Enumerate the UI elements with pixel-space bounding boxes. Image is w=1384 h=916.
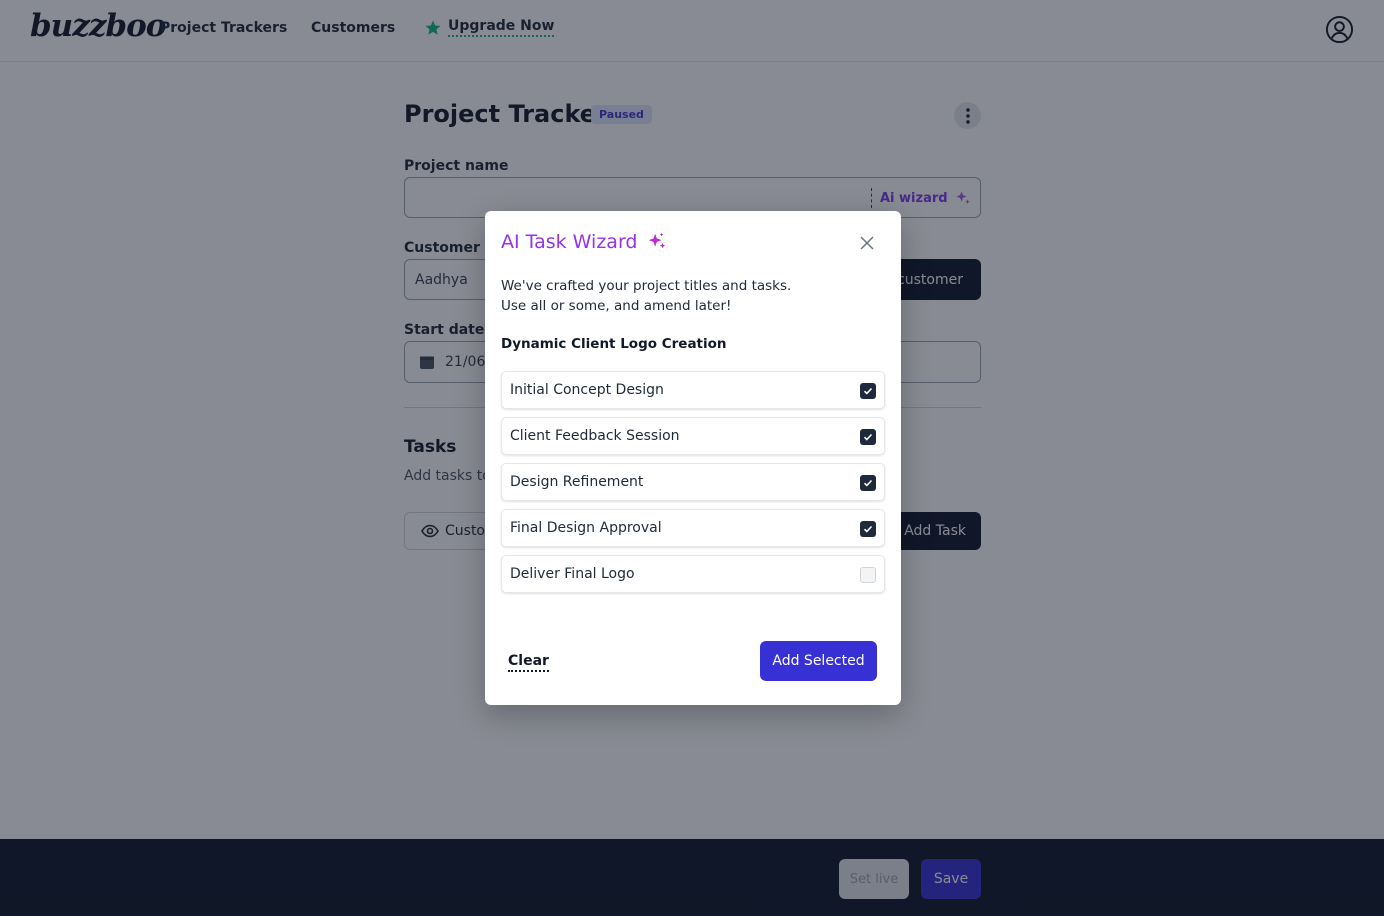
checkmark-icon (863, 387, 873, 395)
checkmark-icon (863, 433, 873, 441)
sparkle-icon (648, 232, 665, 249)
task-checkbox[interactable] (860, 567, 876, 583)
modal-description-line-2: Use all or some, and amend later! (501, 298, 732, 314)
task-option-label: Design Refinement (510, 474, 644, 490)
task-checkbox[interactable] (860, 429, 876, 445)
close-icon[interactable] (859, 235, 875, 251)
task-option-label: Initial Concept Design (510, 382, 664, 398)
task-option[interactable]: Design Refinement (501, 463, 885, 501)
modal-title: AI Task Wizard (501, 231, 668, 253)
add-selected-button[interactable]: Add Selected (760, 641, 877, 681)
modal-description-line-1: We've crafted your project titles and ta… (501, 278, 792, 294)
task-option[interactable]: Initial Concept Design (501, 371, 885, 409)
suggested-project-title: Dynamic Client Logo Creation (501, 336, 727, 352)
task-option[interactable]: Deliver Final Logo (501, 555, 885, 593)
task-option-label: Deliver Final Logo (510, 566, 635, 582)
task-checkbox[interactable] (860, 521, 876, 537)
modal-title-text: AI Task Wizard (501, 231, 638, 253)
checkmark-icon (863, 525, 873, 533)
task-checkbox[interactable] (860, 475, 876, 491)
task-option[interactable]: Final Design Approval (501, 509, 885, 547)
task-option-label: Final Design Approval (510, 520, 662, 536)
clear-button[interactable]: Clear (508, 653, 549, 672)
ai-task-wizard-modal: AI Task Wizard We've crafted your projec… (485, 211, 901, 705)
task-option-label: Client Feedback Session (510, 428, 680, 444)
checkmark-icon (863, 479, 873, 487)
suggested-task-list: Initial Concept Design Client Feedback S… (501, 371, 885, 601)
task-option[interactable]: Client Feedback Session (501, 417, 885, 455)
modal-description: We've crafted your project titles and ta… (501, 276, 881, 316)
task-checkbox[interactable] (860, 383, 876, 399)
